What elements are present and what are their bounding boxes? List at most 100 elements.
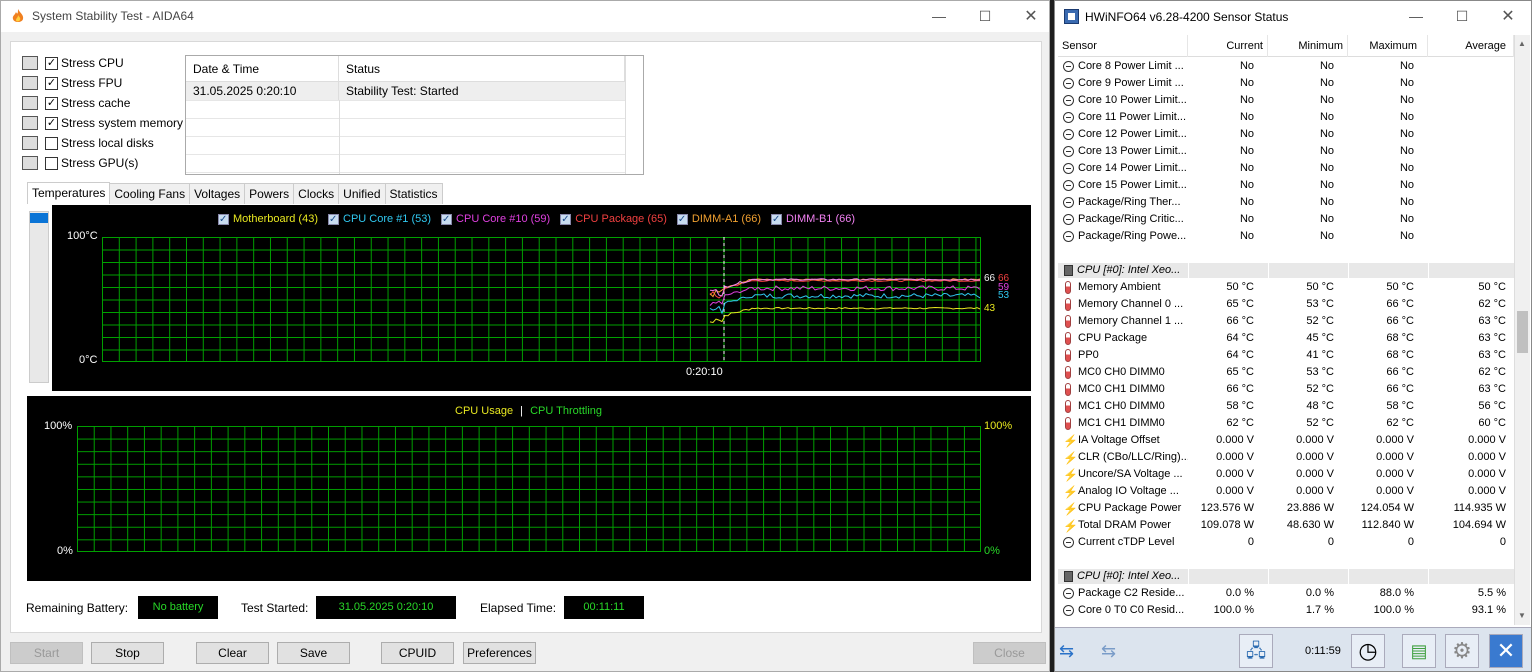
sensor-group-header[interactable]: CPU [#0]: Intel Xeo... — [1058, 569, 1514, 584]
sensor-row[interactable]: ⚡ Analog IO Voltage ... 0.000 V 0.000 V 0.00… — [1058, 483, 1514, 500]
scroll-thumb[interactable] — [1517, 311, 1528, 353]
status-cell-datetime[interactable]: 31.05.2025 0:20:10 — [186, 82, 339, 100]
legend-item-4[interactable]: DIMM-A1 (66) — [676, 213, 761, 225]
sensor-row[interactable]: PP0 64 °C 41 °C 68 °C 63 °C — [1058, 347, 1514, 364]
column-header-current[interactable]: Current — [1188, 35, 1268, 57]
navigate-left-right-arrows-icon[interactable]: ⇆ — [1059, 640, 1093, 662]
sensor-row[interactable]: ⚡ IA Voltage Offset 0.000 V 0.000 V 0.000 V 0… — [1058, 432, 1514, 449]
tab-voltages[interactable]: Voltages — [189, 183, 246, 204]
start-button[interactable]: Start — [10, 642, 83, 664]
stress-option-0[interactable]: Stress CPU — [22, 53, 192, 73]
maximize-button[interactable]: ☐ — [962, 1, 1008, 32]
stress-option-4[interactable]: Stress local disks — [22, 133, 192, 153]
legend-item-0[interactable]: Motherboard (43) — [218, 213, 318, 225]
sensor-row[interactable]: ⚡ CLR (CBo/LLC/Ring)... 0.000 V 0.000 V 0.00… — [1058, 449, 1514, 466]
sensor-row[interactable]: MC1 CH0 DIMM0 58 °C 48 °C 58 °C 56 °C — [1058, 398, 1514, 415]
clear-button[interactable]: Clear — [196, 642, 269, 664]
legend-checkbox[interactable] — [441, 213, 453, 225]
legend-item-5[interactable]: DIMM-B1 (66) — [770, 213, 855, 225]
legend-checkbox[interactable] — [218, 213, 229, 225]
scroll-up-arrow-icon[interactable]: ▲ — [1518, 39, 1526, 48]
sensor-row[interactable]: ⚡ CPU Package Power 123.576 W 23.886 W 124.0… — [1058, 500, 1514, 517]
scroll-down-arrow-icon[interactable]: ▼ — [1518, 611, 1526, 620]
sensor-row[interactable]: MC0 CH1 DIMM0 66 °C 52 °C 66 °C 63 °C — [1058, 381, 1514, 398]
save-button[interactable]: Save — [277, 642, 350, 664]
legend-item-3[interactable]: CPU Package (65) — [560, 213, 667, 225]
stress-checkbox[interactable] — [45, 96, 58, 110]
sensor-minimum-value: No — [1319, 179, 1334, 191]
sensor-row[interactable]: ⚡ Uncore/SA Voltage ... 0.000 V 0.000 V 0.00… — [1058, 466, 1514, 483]
close-button[interactable]: Close — [973, 642, 1046, 664]
stress-option-5[interactable]: Stress GPU(s) — [22, 153, 192, 173]
tab-unified[interactable]: Unified — [338, 183, 386, 204]
settings-gear-icon[interactable]: ⚙ — [1445, 634, 1479, 668]
sensor-row[interactable]: Current cTDP Level 0 0 0 0 — [1058, 534, 1514, 551]
close-window-button[interactable]: ✕ — [1485, 1, 1531, 32]
legend-checkbox[interactable] — [770, 213, 782, 225]
cpuid-button[interactable]: CPUID — [381, 642, 454, 664]
sensor-row[interactable]: Package/Ring Powe... No No No — [1058, 228, 1514, 245]
stress-checkbox[interactable] — [45, 56, 58, 70]
status-cell-status[interactable]: Stability Test: Started — [339, 82, 625, 100]
close-sensors-icon[interactable]: ✕ — [1489, 634, 1523, 668]
sensor-row[interactable]: Core 8 Power Limit ... No No No — [1058, 58, 1514, 75]
stress-option-1[interactable]: Stress FPU — [22, 73, 192, 93]
legend-checkbox[interactable] — [560, 213, 572, 225]
graph-scrollbar[interactable] — [29, 211, 49, 383]
sensor-row[interactable]: Core 10 Power Limit... No No No — [1058, 92, 1514, 109]
tab-statistics[interactable]: Statistics — [384, 183, 443, 204]
legend-item-2[interactable]: CPU Core #10 (59) — [441, 213, 550, 225]
stress-checkbox[interactable] — [45, 156, 58, 170]
stress-checkbox[interactable] — [45, 116, 58, 130]
sensor-row[interactable]: Core 12 Power Limit... No No No — [1058, 126, 1514, 143]
stress-option-3[interactable]: Stress system memory — [22, 113, 192, 133]
sensor-row[interactable]: Core 14 Power Limit... No No No — [1058, 160, 1514, 177]
sensor-row[interactable]: Memory Ambient 50 °C 50 °C 50 °C 50 °C — [1058, 279, 1514, 296]
preferences-button[interactable]: Preferences — [463, 642, 536, 664]
column-header-datetime[interactable]: Date & Time — [186, 56, 339, 82]
sensor-name: CPU Package Power — [1078, 502, 1182, 514]
maximize-button[interactable]: ☐ — [1439, 1, 1485, 32]
table-divider — [625, 56, 626, 174]
sensor-row[interactable]: Core 11 Power Limit... No No No — [1058, 109, 1514, 126]
sensor-scrollbar[interactable]: ▲ ▼ — [1514, 35, 1530, 625]
sensor-row[interactable]: Core 9 Power Limit ... No No No — [1058, 75, 1514, 92]
minimize-button[interactable]: — — [916, 1, 962, 32]
column-header-status[interactable]: Status — [339, 56, 625, 82]
column-header-sensor[interactable]: Sensor — [1058, 35, 1188, 57]
legend-checkbox[interactable] — [676, 213, 688, 225]
stress-checkbox[interactable] — [45, 76, 58, 90]
legend-item-1[interactable]: CPU Core #1 (53) — [328, 213, 431, 225]
add-report-icon[interactable]: ▤ — [1402, 634, 1436, 668]
column-header-average[interactable]: Average — [1428, 35, 1514, 57]
tab-clocks[interactable]: Clocks — [293, 183, 340, 204]
sensor-row[interactable]: Package C2 Reside... 0.0 % 0.0 % 88.0 % 5.5 … — [1058, 585, 1514, 602]
column-header-maximum[interactable]: Maximum — [1348, 35, 1428, 57]
stress-checkbox[interactable] — [45, 136, 58, 150]
stop-button[interactable]: Stop — [91, 642, 164, 664]
sensor-row[interactable]: MC0 CH0 DIMM0 65 °C 53 °C 66 °C 62 °C — [1058, 364, 1514, 381]
sensor-row[interactable]: Package/Ring Ther... No No No — [1058, 194, 1514, 211]
sensor-row[interactable]: Core 13 Power Limit... No No No — [1058, 143, 1514, 160]
sensor-row[interactable]: Core 15 Power Limit... No No No — [1058, 177, 1514, 194]
sensor-row[interactable]: Memory Channel 0 ... 65 °C 53 °C 66 °C 62 °C — [1058, 296, 1514, 313]
tab-temperatures[interactable]: Temperatures — [27, 182, 111, 204]
clock-icon[interactable]: ◷ — [1351, 634, 1385, 668]
sensor-group-header[interactable]: CPU [#0]: Intel Xeo... — [1058, 263, 1514, 278]
tab-powers[interactable]: Powers — [244, 183, 295, 204]
sensor-row[interactable]: Memory Channel 1 ... 66 °C 52 °C 66 °C 63 °C — [1058, 313, 1514, 330]
stress-option-2[interactable]: Stress cache — [22, 93, 192, 113]
sensor-row[interactable]: CPU Package 64 °C 45 °C 68 °C 63 °C — [1058, 330, 1514, 347]
graph-scroll-thumb[interactable] — [30, 213, 48, 223]
sensor-row[interactable]: Package/Ring Critic... No No No — [1058, 211, 1514, 228]
close-window-button[interactable]: ✕ — [1008, 1, 1054, 32]
column-header-minimum[interactable]: Minimum — [1268, 35, 1348, 57]
sensor-row[interactable]: ⚡ Total DRAM Power 109.078 W 48.630 W 112.84… — [1058, 517, 1514, 534]
sensor-row[interactable]: MC1 CH1 DIMM0 62 °C 52 °C 62 °C 60 °C — [1058, 415, 1514, 432]
network-computers-icon[interactable]: 🖧 — [1239, 634, 1273, 668]
legend-checkbox[interactable] — [328, 213, 339, 225]
tab-cooling-fans[interactable]: Cooling Fans — [109, 183, 191, 204]
minimize-button[interactable]: — — [1393, 1, 1439, 32]
sensor-row[interactable]: Core 0 T0 C0 Resid... 100.0 % 1.7 % 100.0 %… — [1058, 602, 1514, 619]
navigate-collapse-arrows-icon[interactable]: ⇆ — [1101, 640, 1135, 662]
